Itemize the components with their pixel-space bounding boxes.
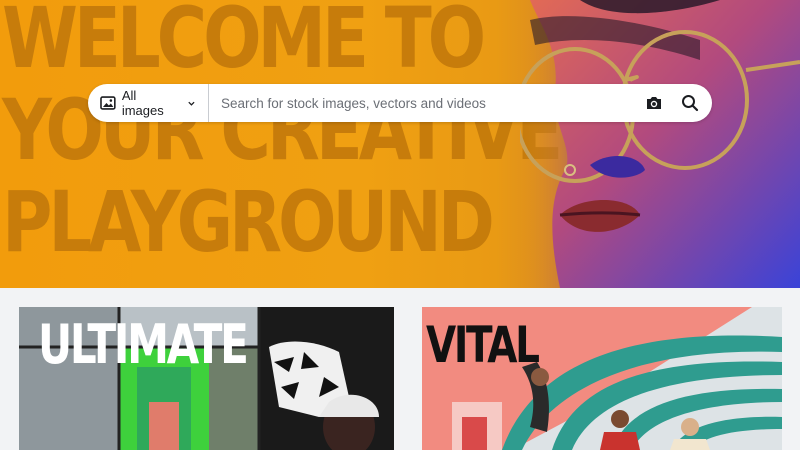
camera-icon	[647, 97, 661, 109]
headline-line-1: WELCOME TO	[2, 0, 486, 87]
search-icon	[682, 95, 699, 112]
visual-search-button[interactable]	[636, 85, 672, 121]
collection-card-ultimate[interactable]: ULTIMATE	[19, 307, 394, 450]
image-icon	[100, 96, 116, 110]
collection-title-vital: VITAL	[426, 316, 540, 374]
hero-headline: WELCOME TO YOUR CREATIVE PLAYGROUND	[2, 0, 563, 271]
chevron-down-icon	[188, 101, 195, 106]
hero-banner: WELCOME TO YOUR CREATIVE PLAYGROUND All …	[0, 0, 800, 288]
search-bar: All images	[88, 84, 712, 122]
search-input[interactable]	[209, 84, 636, 122]
collection-title-ultimate: ULTIMATE	[38, 313, 249, 376]
search-button[interactable]	[672, 85, 708, 121]
collection-card-vital[interactable]: VITAL	[422, 307, 782, 450]
image-type-dropdown[interactable]: All images	[88, 84, 209, 122]
headline-line-3: PLAYGROUND	[2, 173, 495, 271]
hero-portrait-image	[520, 0, 800, 288]
image-type-label: All images	[121, 88, 164, 118]
collections-section: ULTIMATE VITAL	[0, 288, 800, 450]
